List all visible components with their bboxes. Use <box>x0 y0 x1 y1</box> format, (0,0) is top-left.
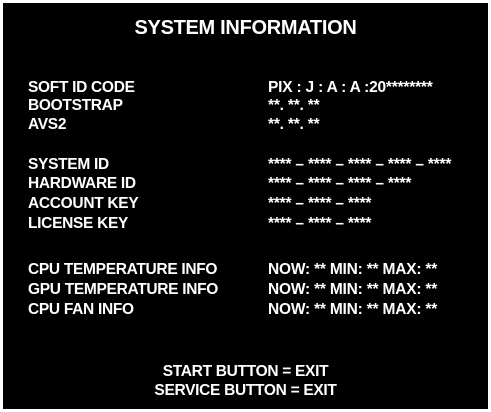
start-button-exit-hint: START BUTTON = EXIT <box>162 363 329 380</box>
gpu-temperature-label: GPU TEMPERATURE INFO <box>28 281 219 298</box>
avs2-label: AVS2 <box>28 116 67 133</box>
soft-id-code-value: PIX : J : A : A :20******** <box>268 79 433 96</box>
system-id-value: **** – **** – **** – **** – **** <box>268 156 452 173</box>
system-info-screen: SYSTEM INFORMATION SOFT ID CODE PIX : J … <box>3 3 488 409</box>
hardware-id-row: HARDWARE ID **** – **** – **** – **** <box>28 175 478 193</box>
cpu-temperature-label: CPU TEMPERATURE INFO <box>28 261 218 278</box>
license-key-value: **** – **** – **** <box>268 215 372 232</box>
bootstrap-value: **. **. ** <box>268 97 320 114</box>
avs2-value: **. **. ** <box>268 116 320 133</box>
soft-id-code-row: SOFT ID CODE PIX : J : A : A :20******** <box>28 79 478 97</box>
account-key-label: ACCOUNT KEY <box>28 195 139 212</box>
bootstrap-row: BOOTSTRAP **. **. ** <box>28 97 478 115</box>
screen-title: SYSTEM INFORMATION <box>134 17 357 39</box>
hardware-id-value: **** – **** – **** – **** <box>268 175 412 192</box>
cpu-fan-label: CPU FAN INFO <box>28 301 134 318</box>
license-key-label: LICENSE KEY <box>28 215 129 232</box>
cpu-temperature-value: NOW: ** MIN: ** MAX: ** <box>268 261 438 278</box>
account-key-value: **** – **** – **** <box>268 195 372 212</box>
gpu-temperature-row: GPU TEMPERATURE INFO NOW: ** MIN: ** MAX… <box>28 281 478 299</box>
account-key-row: ACCOUNT KEY **** – **** – **** <box>28 195 478 213</box>
avs2-row: AVS2 **. **. ** <box>28 116 478 134</box>
cpu-fan-value: NOW: ** MIN: ** MAX: ** <box>268 301 438 318</box>
license-key-row: LICENSE KEY **** – **** – **** <box>28 215 478 233</box>
bootstrap-label: BOOTSTRAP <box>28 97 123 114</box>
system-id-row: SYSTEM ID **** – **** – **** – **** – **… <box>28 156 478 174</box>
cpu-fan-row: CPU FAN INFO NOW: ** MIN: ** MAX: ** <box>28 301 478 319</box>
hardware-id-label: HARDWARE ID <box>28 175 136 192</box>
cpu-temperature-row: CPU TEMPERATURE INFO NOW: ** MIN: ** MAX… <box>28 261 478 279</box>
system-id-label: SYSTEM ID <box>28 156 109 173</box>
service-button-exit-hint: SERVICE BUTTON = EXIT <box>154 382 337 399</box>
gpu-temperature-value: NOW: ** MIN: ** MAX: ** <box>268 281 438 298</box>
soft-id-code-label: SOFT ID CODE <box>28 79 135 96</box>
